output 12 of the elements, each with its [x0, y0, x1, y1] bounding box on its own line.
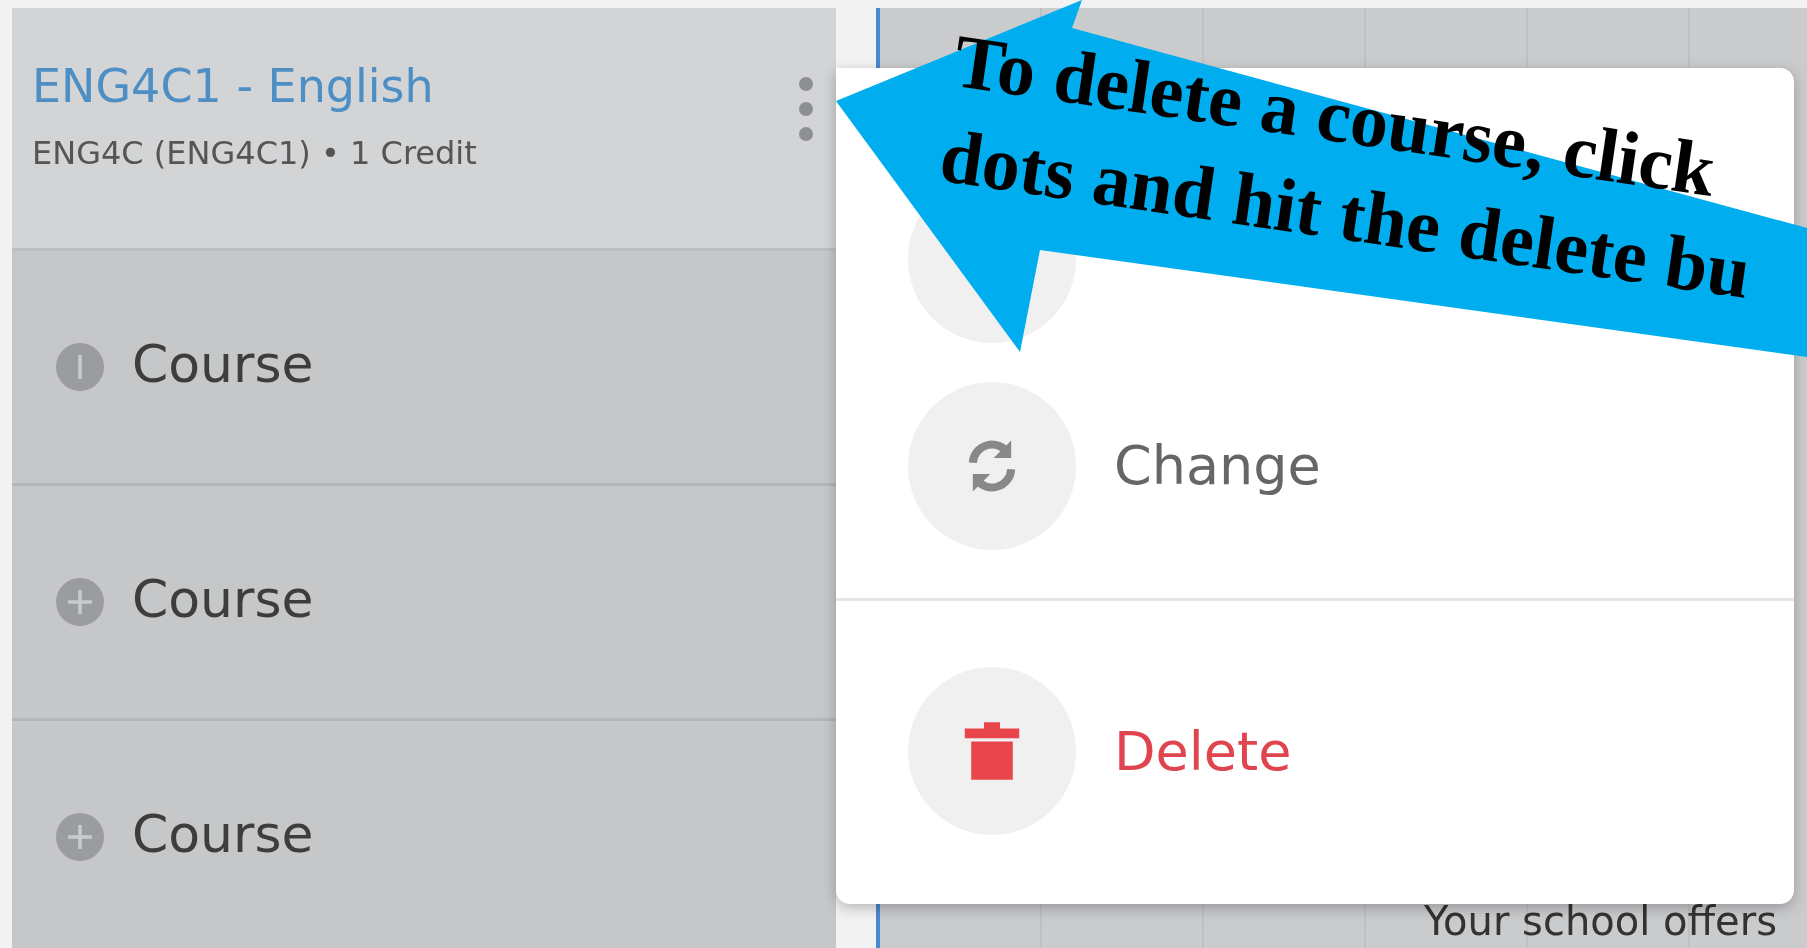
plus-circle-icon[interactable]: [56, 578, 104, 627]
delete-menu-item[interactable]: Delete: [908, 667, 1292, 835]
background-text: Your school offers: [1424, 898, 1777, 944]
course-slot-label[interactable]: Course: [132, 329, 314, 400]
course-details: ENG4C (ENG4C1) • 1 Credit: [32, 133, 477, 174]
course-slot-label[interactable]: Course: [132, 564, 314, 635]
plus-circle-icon[interactable]: [56, 813, 104, 862]
callout-arrow: To delete a course, click dots and hit the delete bu: [836, 0, 1807, 357]
more-options-icon[interactable]: [796, 74, 816, 144]
info-circle-icon[interactable]: [56, 343, 104, 392]
change-menu-item[interactable]: Change: [908, 381, 1321, 550]
course-slot-label[interactable]: Course: [132, 799, 314, 870]
